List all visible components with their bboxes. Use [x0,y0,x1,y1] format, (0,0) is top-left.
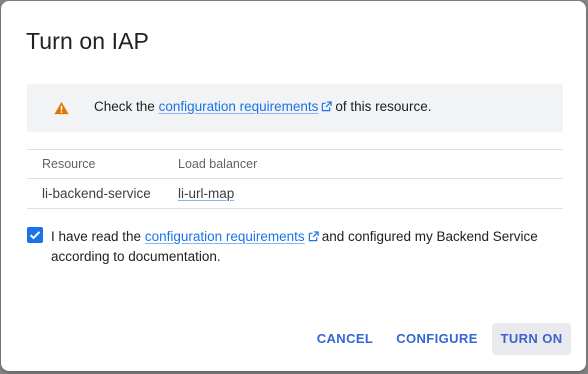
table-header: Resource Load balancer [27,150,563,179]
external-link-icon[interactable] [321,101,333,112]
confirm-text: I have read the configuration requiremen… [51,227,551,267]
dialog-title: Turn on IAP [26,28,149,54]
config-notice: Check the configuration requirements of … [27,84,563,132]
external-link-icon[interactable] [308,231,319,242]
resource-table: Resource Load balancer li-backend-servic… [27,149,563,209]
check-icon [29,231,41,240]
notice-text: Check the configuration requirements of … [94,99,431,114]
cancel-button[interactable]: CANCEL [309,323,381,355]
confirm-prefix: I have read the [51,229,142,244]
load-balancer-link[interactable]: li-url-map [178,186,234,201]
resource-cell: li-backend-service [42,186,151,201]
notice-suffix: of this resource. [335,99,432,114]
confirm-config-link[interactable]: configuration requirements [145,229,305,244]
column-header-resource: Resource [42,157,96,171]
confirm-line2: according to documentation. [51,249,221,264]
turn-on-button[interactable]: TURN ON [492,323,571,355]
confirm-line1-suffix: and configured my Backend Service [321,229,538,244]
notice-config-link[interactable]: configuration requirements [159,99,319,114]
confirm-checkbox[interactable] [27,227,43,243]
table-row: li-backend-service li-url-map [27,179,563,209]
turn-on-iap-dialog: Turn on IAP Check the configuration requ… [1,1,586,371]
warning-icon [54,101,69,115]
configure-button[interactable]: CONFIGURE [393,323,481,355]
notice-prefix: Check the [94,99,155,114]
column-header-load-balancer: Load balancer [178,157,258,171]
